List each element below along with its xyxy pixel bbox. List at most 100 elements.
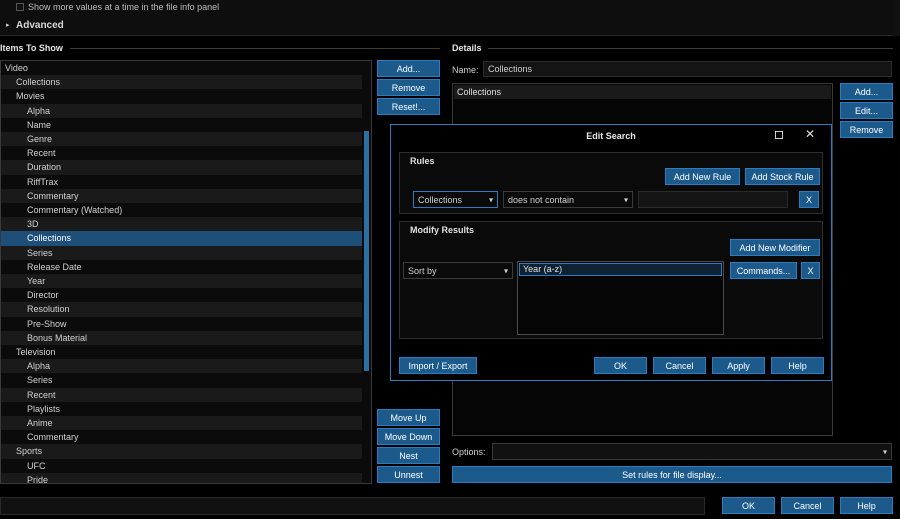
tree-item[interactable]: Series bbox=[1, 373, 363, 387]
details-add-button[interactable]: Add... bbox=[840, 83, 893, 100]
unnest-button[interactable]: Unnest bbox=[377, 466, 440, 483]
tree-item-label: Television bbox=[16, 347, 56, 357]
tree-item[interactable]: Genre bbox=[1, 132, 363, 147]
dialog-ok-button[interactable]: OK bbox=[594, 357, 647, 374]
name-label: Name: bbox=[452, 65, 479, 75]
tree-item-label: Playlists bbox=[27, 403, 61, 414]
close-icon[interactable]: ✕ bbox=[805, 127, 815, 141]
tree-item-label: Series bbox=[27, 247, 53, 258]
tree-item-label: Commentary bbox=[27, 190, 79, 201]
details-remove-button[interactable]: Remove bbox=[840, 121, 893, 138]
tree-item-label: Alpha bbox=[27, 361, 51, 372]
nest-button[interactable]: Nest bbox=[377, 447, 440, 464]
tree-item[interactable]: Playlists bbox=[1, 402, 363, 416]
tree-item[interactable]: Year bbox=[1, 274, 363, 289]
modifier-list-item-label: Year (a-z) bbox=[523, 264, 563, 274]
tree-item-label: Sports bbox=[16, 446, 43, 457]
tree-item[interactable]: Pre-Show bbox=[1, 317, 363, 331]
rules-group: Rules Add New Rule Add Stock Rule Collec… bbox=[399, 152, 823, 214]
tree-item[interactable]: Series bbox=[1, 245, 363, 260]
tree-item-label: Video bbox=[5, 63, 28, 73]
tree-item-label: UFC bbox=[27, 460, 46, 471]
tree-item[interactable]: Bonus Material bbox=[1, 330, 363, 345]
footer-cancel-button[interactable]: Cancel bbox=[781, 497, 834, 514]
dialog-cancel-button[interactable]: Cancel bbox=[653, 357, 706, 374]
tree-item-label: Anime bbox=[27, 418, 53, 428]
rule-operator-select[interactable]: does not contain ▾ bbox=[503, 191, 633, 208]
add-new-modifier-button[interactable]: Add New Modifier bbox=[730, 239, 820, 256]
tree-item[interactable]: Resolution bbox=[1, 302, 363, 317]
chevron-down-icon: ▾ bbox=[882, 447, 887, 456]
dialog-apply-button[interactable]: Apply bbox=[712, 357, 765, 374]
tree-item[interactable]: Director bbox=[1, 288, 363, 302]
set-rules-button[interactable]: Set rules for file display... bbox=[452, 466, 892, 483]
dialog-help-button[interactable]: Help bbox=[771, 357, 824, 374]
move-down-button[interactable]: Move Down bbox=[377, 428, 440, 445]
tree-item[interactable]: Television bbox=[1, 345, 363, 359]
tree-item[interactable]: Commentary (Watched) bbox=[1, 203, 363, 217]
commands-button[interactable]: Commands... bbox=[730, 262, 797, 279]
add-stock-rule-button[interactable]: Add Stock Rule bbox=[745, 168, 820, 185]
tree-item[interactable]: UFC bbox=[1, 459, 363, 473]
items-reset-button[interactable]: Reset!... bbox=[377, 98, 440, 115]
tree-item[interactable]: Name bbox=[1, 118, 363, 132]
items-header-divider bbox=[70, 48, 440, 49]
items-remove-button[interactable]: Remove bbox=[377, 79, 440, 96]
dialog-title: Edit Search bbox=[586, 131, 636, 141]
tree-item-label: Movies bbox=[16, 91, 45, 102]
tree-item-label: Series bbox=[27, 375, 53, 386]
remove-modifier-button[interactable]: X bbox=[801, 262, 820, 279]
tree-item-label: Director bbox=[27, 290, 59, 301]
import-export-button[interactable]: Import / Export bbox=[399, 357, 477, 374]
modifier-type-value: Sort by bbox=[408, 265, 437, 276]
tree-item[interactable]: Collections bbox=[1, 231, 363, 246]
footer-ok-button[interactable]: OK bbox=[722, 497, 775, 514]
show-more-values-checkbox[interactable] bbox=[16, 3, 24, 11]
modifier-list[interactable]: Year (a-z) bbox=[517, 261, 724, 335]
advanced-expand-icon[interactable]: ▸ bbox=[6, 21, 10, 29]
tree-item-label: Commentary bbox=[27, 432, 79, 443]
tree-item-label: Recent bbox=[27, 148, 56, 159]
footer-help-button[interactable]: Help bbox=[840, 497, 893, 514]
advanced-section-label[interactable]: Advanced bbox=[16, 20, 64, 31]
tree-item[interactable]: Release Date bbox=[1, 260, 363, 274]
tree-item-label: Genre bbox=[27, 134, 53, 144]
tree-item[interactable]: 3D bbox=[1, 217, 363, 232]
move-up-button[interactable]: Move Up bbox=[377, 409, 440, 426]
tree-item-label: Collections bbox=[27, 233, 72, 244]
tree-item[interactable]: Collections bbox=[1, 75, 363, 90]
rule-value-input[interactable] bbox=[638, 191, 788, 208]
options-select[interactable]: ▾ bbox=[492, 443, 892, 460]
tree-item[interactable]: Duration bbox=[1, 160, 363, 175]
tree-item[interactable]: Commentary bbox=[1, 430, 363, 444]
tree-item[interactable]: Commentary bbox=[1, 188, 363, 203]
name-input[interactable]: Collections bbox=[483, 61, 892, 77]
tree-item[interactable]: Sports bbox=[1, 444, 363, 459]
tree-item[interactable]: Alpha bbox=[1, 359, 363, 374]
tree-item-label: Recent bbox=[27, 389, 56, 400]
tree-item[interactable]: Pride bbox=[1, 472, 363, 483]
tree-item[interactable]: Alpha bbox=[1, 103, 363, 118]
items-tree[interactable]: Pride UFC Sports Commentary Anime Playlists Re… bbox=[0, 60, 372, 484]
tree-item[interactable]: Recent bbox=[1, 387, 363, 402]
tree-item[interactable]: Video bbox=[1, 61, 363, 75]
tree-item[interactable]: RiffTrax bbox=[1, 175, 363, 189]
tree-item[interactable]: Movies bbox=[1, 89, 363, 103]
add-new-rule-button[interactable]: Add New Rule bbox=[665, 168, 740, 185]
options-label: Options: bbox=[452, 447, 486, 457]
tree-item-label: Collections bbox=[16, 77, 61, 88]
rule-field-select[interactable]: Collections ▾ bbox=[413, 191, 498, 208]
tree-item-label: 3D bbox=[27, 219, 39, 230]
details-rule-list-item-label: Collections bbox=[457, 87, 502, 97]
tree-scrollbar-thumb[interactable] bbox=[364, 131, 369, 371]
items-add-button[interactable]: Add... bbox=[377, 60, 440, 77]
tree-item[interactable]: Recent bbox=[1, 146, 363, 160]
tree-item[interactable]: Anime bbox=[1, 416, 363, 431]
details-edit-button[interactable]: Edit... bbox=[840, 102, 893, 119]
details-rule-list-item[interactable]: Collections bbox=[454, 85, 831, 99]
top-panel-scrollbar[interactable] bbox=[893, 0, 900, 36]
modifier-list-item[interactable]: Year (a-z) bbox=[519, 263, 722, 276]
maximize-icon[interactable] bbox=[775, 131, 783, 139]
remove-rule-button[interactable]: X bbox=[799, 191, 819, 208]
modifier-type-select[interactable]: Sort by ▾ bbox=[403, 262, 513, 279]
